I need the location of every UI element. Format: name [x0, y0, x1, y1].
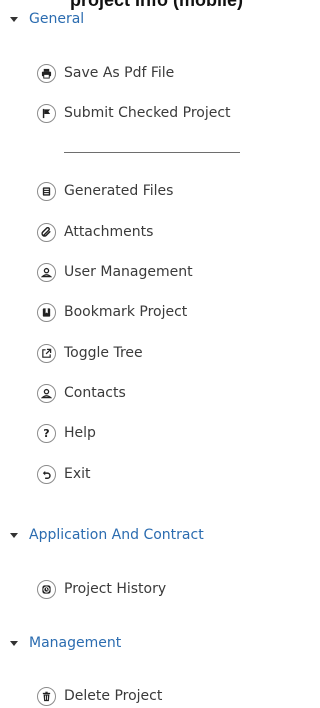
menu-item-label: Save As Pdf File [64, 65, 175, 81]
section-management[interactable]: Management [10, 634, 121, 652]
flag-icon [37, 103, 56, 123]
submit-checked-project-button[interactable]: Submit Checked Project [37, 102, 231, 124]
menu-item-label: Help [64, 425, 96, 441]
project-history-button[interactable]: Project History [37, 578, 166, 600]
printer-icon [37, 63, 56, 83]
exit-button[interactable]: Exit [37, 463, 91, 485]
menu-item-label: Exit [64, 466, 91, 482]
caret-down-icon [10, 641, 18, 646]
section-label: General [29, 11, 85, 27]
files-icon [37, 181, 56, 201]
generated-files-button[interactable]: Generated Files [37, 180, 173, 202]
page-title: project Info (mobile) [70, 0, 243, 10]
section-general[interactable]: General [10, 10, 84, 28]
toggle-tree-button[interactable]: Toggle Tree [37, 342, 143, 364]
section-application-and-contract[interactable]: Application And Contract [10, 526, 204, 544]
menu-item-label: Delete Project [64, 688, 163, 704]
menu-divider [64, 152, 240, 153]
menu-item-label: Bookmark Project [64, 304, 188, 320]
contacts-button[interactable]: Contacts [37, 382, 126, 404]
contact-icon [37, 383, 56, 403]
bookmark-project-button[interactable]: Bookmark Project [37, 301, 187, 323]
history-icon [37, 579, 56, 599]
trash-icon [37, 686, 56, 706]
caret-down-icon [10, 17, 18, 22]
undo-icon [37, 464, 56, 484]
project-menu-panel: project Info (mobile) General Save As Pd… [0, 0, 263, 708]
menu-item-label: Generated Files [64, 183, 174, 199]
help-icon: ? [37, 423, 56, 443]
external-link-icon [37, 343, 56, 363]
caret-down-icon [10, 533, 18, 538]
save-as-pdf-button[interactable]: Save As Pdf File [37, 62, 174, 84]
section-label: Management [29, 635, 122, 651]
user-icon [37, 262, 56, 282]
menu-item-label: Contacts [64, 385, 126, 401]
paperclip-icon [37, 222, 56, 242]
help-button[interactable]: ? Help [37, 422, 96, 444]
bookmark-icon [37, 302, 56, 322]
section-label: Application And Contract [29, 527, 204, 543]
menu-item-label: Project History [64, 581, 167, 597]
user-management-button[interactable]: User Management [37, 261, 193, 283]
attachments-button[interactable]: Attachments [37, 221, 153, 243]
menu-item-label: Toggle Tree [64, 345, 143, 361]
menu-item-label: Submit Checked Project [64, 105, 231, 121]
menu-item-label: Attachments [64, 224, 154, 240]
delete-project-button[interactable]: Delete Project [37, 685, 162, 707]
menu-item-label: User Management [64, 264, 193, 280]
